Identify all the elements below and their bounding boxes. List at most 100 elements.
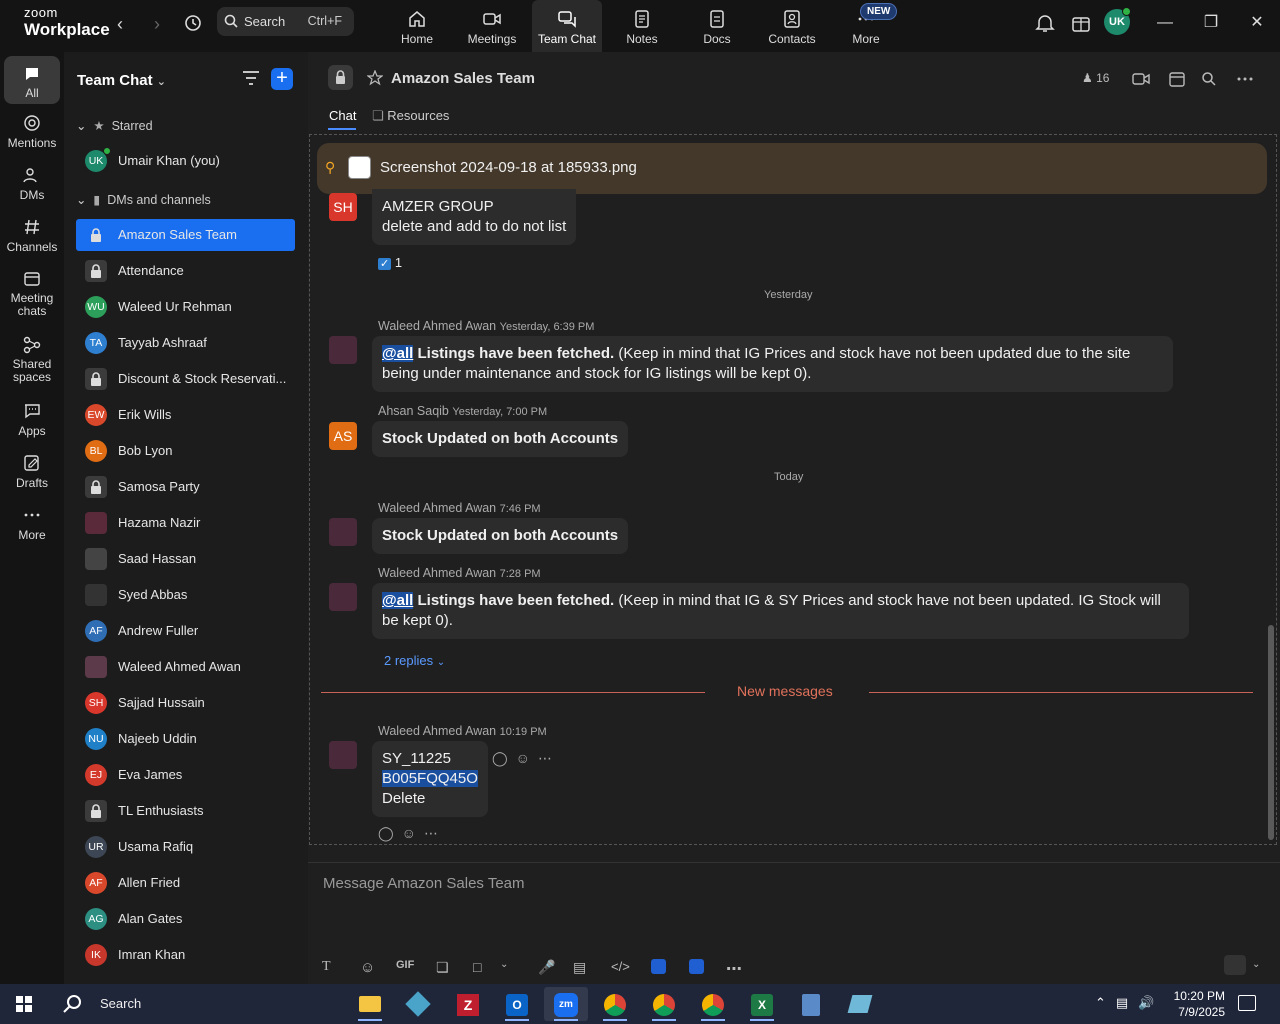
code-icon[interactable]: </> — [611, 959, 630, 974]
zoom-icon[interactable]: zm — [544, 987, 588, 1021]
rail-all[interactable]: All — [4, 56, 60, 104]
system-tray[interactable]: ⌃▤🔊 — [1095, 995, 1164, 1011]
nav-notes[interactable]: Notes — [607, 0, 677, 52]
sidebar-item[interactable]: IK Imran Khan — [76, 939, 295, 971]
mention-all[interactable]: @all — [382, 345, 414, 362]
star-icon[interactable] — [367, 70, 383, 86]
nav-home[interactable]: Home — [382, 0, 452, 52]
nav-meetings[interactable]: Meetings — [457, 0, 527, 52]
avatar[interactable]: SH — [329, 193, 357, 221]
app-icon[interactable] — [397, 987, 441, 1021]
message-actions[interactable]: ◯☺⋯ — [378, 825, 446, 842]
avatar[interactable] — [329, 336, 357, 364]
taskbar-clock[interactable]: 10:20 PM 7/9/2025 — [1165, 988, 1225, 1020]
sidebar-item[interactable]: WU Waleed Ur Rehman — [76, 291, 295, 323]
rail-meeting-chats[interactable]: Meeting chats — [4, 270, 60, 318]
sidebar-item[interactable]: AF Andrew Fuller — [76, 615, 295, 647]
new-chat-button[interactable]: + — [271, 68, 293, 90]
message-list[interactable]: ⚲ Screenshot 2024-09-18 at 185933.png SH… — [309, 134, 1277, 845]
sidebar-item[interactable]: BL Bob Lyon — [76, 435, 295, 467]
rail-channels[interactable]: Channels — [4, 218, 60, 254]
nav-docs[interactable]: Docs — [682, 0, 752, 52]
search-box[interactable]: Search Ctrl+F — [217, 7, 354, 36]
sidebar-item[interactable]: EJ Eva James — [76, 759, 295, 791]
app-icon[interactable] — [689, 959, 704, 974]
sidebar-title[interactable]: Team Chat ⌄ — [77, 72, 166, 89]
rail-apps[interactable]: Apps — [4, 402, 60, 438]
sidebar-item[interactable]: Amazon Sales Team — [76, 219, 295, 251]
sidebar-item[interactable]: TL Enthusiasts — [76, 795, 295, 827]
sidebar-item[interactable]: Samosa Party — [76, 471, 295, 503]
filezilla-icon[interactable]: Z — [446, 987, 490, 1021]
sidebar-item[interactable]: Discount & Stock Reservati... — [76, 363, 295, 395]
avatar[interactable] — [329, 741, 357, 769]
sidebar-item[interactable]: Saad Hassan — [76, 543, 295, 575]
gif-icon[interactable]: GIF — [396, 959, 414, 971]
chrome-icon[interactable] — [593, 987, 637, 1021]
file-icon[interactable]: ❏ — [436, 959, 449, 976]
back-icon[interactable]: ‹ — [108, 12, 132, 36]
screenshot-icon[interactable]: □ — [473, 959, 481, 975]
forward-icon[interactable]: › — [145, 12, 169, 36]
bell-icon[interactable] — [1034, 12, 1056, 34]
rail-drafts[interactable]: Drafts — [4, 454, 60, 490]
sidebar-item[interactable]: TA Tayyab Ashraaf — [76, 327, 295, 359]
send-button[interactable] — [1224, 955, 1246, 975]
more-options-icon[interactable]: ⋯ — [726, 959, 742, 979]
video-message-icon[interactable]: ▤ — [573, 959, 586, 976]
app-icon[interactable] — [651, 959, 666, 974]
file-explorer-icon[interactable] — [348, 987, 392, 1021]
reaction-checkmark[interactable]: ✓ 1 — [378, 255, 402, 270]
sidebar-item[interactable]: Hazama Nazir — [76, 507, 295, 539]
close-button[interactable]: ✕ — [1242, 10, 1272, 36]
windows-start-icon[interactable] — [16, 996, 32, 1012]
restore-button[interactable]: ❐ — [1196, 10, 1226, 36]
more-options-icon[interactable] — [1237, 77, 1253, 81]
search-icon[interactable] — [1201, 71, 1217, 87]
selected-text[interactable]: B005FQQ45O — [382, 770, 478, 787]
taskbar-search[interactable]: Search — [58, 984, 348, 1024]
sidebar-item[interactable]: Syed Abbas — [76, 579, 295, 611]
emoji-icon[interactable]: ☺ — [360, 959, 375, 976]
message-bubble[interactable]: Stock Updated on both Accounts — [372, 421, 629, 457]
section-dms-channels[interactable]: ⌄ ▮ DMs and channels — [76, 192, 211, 207]
sidebar-item[interactable]: UR Usama Rafiq — [76, 831, 295, 863]
tab-chat[interactable]: Chat — [329, 108, 356, 123]
avatar[interactable]: AS — [329, 422, 357, 450]
notifications-icon[interactable] — [1238, 995, 1256, 1011]
message-actions[interactable]: ◯☺⋯ — [492, 750, 560, 767]
sidebar-item[interactable]: SH Sajjad Hussain — [76, 687, 295, 719]
chevron-down-icon[interactable]: ⌄ — [1252, 959, 1260, 970]
scrollbar[interactable] — [1268, 625, 1274, 840]
sidebar-item[interactable]: Waleed Ahmed Awan — [76, 651, 295, 683]
history-icon[interactable] — [182, 12, 206, 36]
message-bubble[interactable]: AMZER GROUP delete and add to do not lis… — [372, 189, 577, 245]
rail-dms[interactable]: DMs — [4, 166, 60, 202]
pinned-file-name[interactable]: Screenshot 2024-09-18 at 185933.png — [380, 159, 637, 176]
excel-icon[interactable]: X — [740, 987, 784, 1021]
thread-replies-link[interactable]: 2 replies ⌄ — [384, 653, 445, 668]
mention-all[interactable]: @all — [382, 592, 414, 609]
sidebar-item[interactable]: EW Erik Wills — [76, 399, 295, 431]
sidebar-item[interactable]: AF Allen Fried — [76, 867, 295, 899]
rail-more[interactable]: More — [4, 506, 60, 542]
message-bubble[interactable]: @all Listings have been fetched. (Keep i… — [372, 336, 1173, 392]
rail-mentions[interactable]: Mentions — [4, 114, 60, 150]
filter-icon[interactable] — [242, 70, 260, 86]
message-bubble[interactable]: Stock Updated on both Accounts — [372, 518, 629, 554]
sidebar-item[interactable]: AG Alan Gates — [76, 903, 295, 935]
message-bubble[interactable]: @all Listings have been fetched. (Keep i… — [372, 583, 1189, 639]
sidebar-item[interactable]: Attendance — [76, 255, 295, 287]
chrome-icon[interactable] — [691, 987, 735, 1021]
sidebar-item-umair-khan[interactable]: UK Umair Khan (you) — [76, 145, 295, 177]
calendar-gift-icon[interactable] — [1070, 12, 1092, 34]
rail-shared-spaces[interactable]: Shared spaces — [4, 336, 60, 384]
message-input[interactable]: Message Amazon Sales Team — [323, 875, 525, 892]
members-count[interactable]: ♟ 16 — [1082, 71, 1109, 85]
chevron-down-icon[interactable]: ⌄ — [500, 959, 508, 970]
minimize-button[interactable]: — — [1150, 10, 1180, 36]
format-text-icon[interactable]: T — [322, 959, 331, 975]
sidebar-item[interactable]: NU Najeeb Uddin — [76, 723, 295, 755]
avatar[interactable] — [329, 583, 357, 611]
calendar-icon[interactable] — [1168, 70, 1186, 88]
